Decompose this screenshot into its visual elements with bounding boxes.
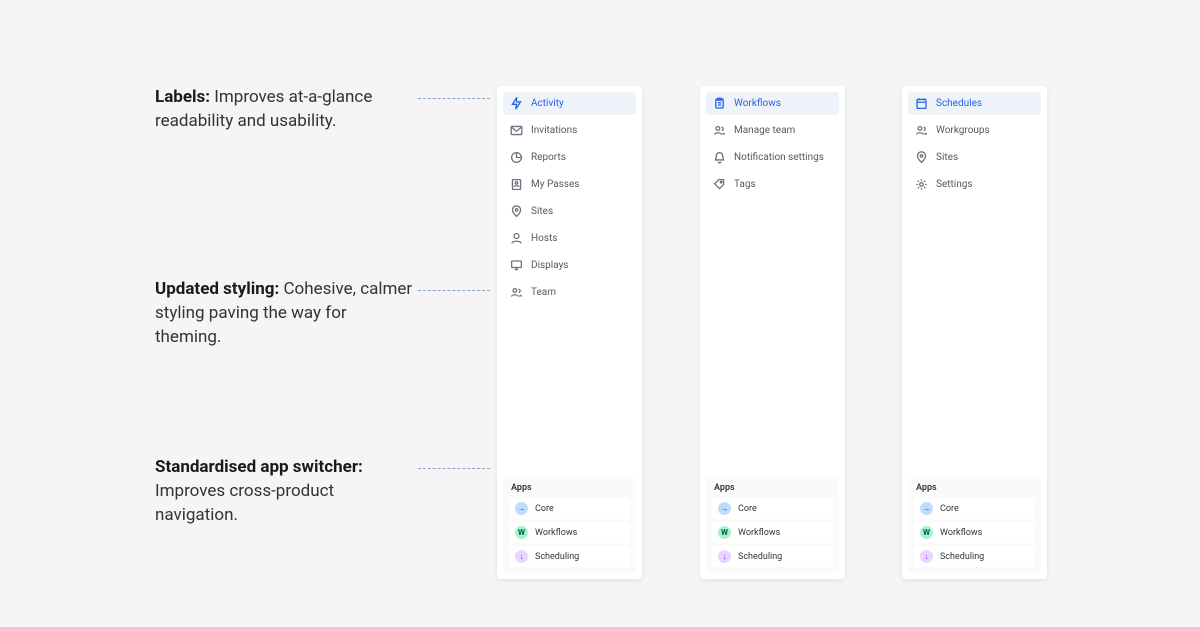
nav-item-label: Workflows — [734, 98, 781, 109]
apps-title: Apps — [509, 483, 630, 493]
sidebar-panel-2: Workflows Manage team Notification setting… — [700, 86, 845, 579]
app-item-label: Scheduling — [940, 552, 984, 562]
sidebar-panel-1: Activity Invitations Reports My Passes Sites… — [497, 86, 642, 579]
app-switcher: Apps → Core W Workflows ↓ Scheduling — [503, 477, 636, 573]
annotation-labels: Labels: Improves at-a-glance readability… — [155, 86, 415, 134]
scheduling-app-icon: ↓ — [920, 550, 933, 563]
clipboard-icon — [713, 97, 726, 110]
pie-icon — [510, 151, 523, 164]
nav-item-my-passes[interactable]: My Passes — [503, 173, 636, 196]
nav-item-label: Schedules — [936, 98, 982, 109]
nav-list: Workflows Manage team Notification setting… — [706, 92, 839, 477]
sidebar-panel-3: Schedules Workgroups Sites Settings Apps → Co… — [902, 86, 1047, 579]
core-app-icon: → — [920, 502, 933, 515]
nav-item-tags[interactable]: Tags — [706, 173, 839, 196]
calendar-icon — [915, 97, 928, 110]
nav-item-hosts[interactable]: Hosts — [503, 227, 636, 250]
core-app-icon: → — [718, 502, 731, 515]
mail-icon — [510, 124, 523, 137]
nav-item-sites[interactable]: Sites — [503, 200, 636, 223]
nav-item-label: Workgroups — [936, 125, 990, 136]
nav-item-label: Activity — [531, 98, 564, 109]
badge-icon — [510, 178, 523, 191]
pin-icon — [915, 151, 928, 164]
nav-item-workgroups[interactable]: Workgroups — [908, 119, 1041, 142]
app-item-label: Scheduling — [535, 552, 579, 562]
app-item-scheduling[interactable]: ↓ Scheduling — [509, 546, 630, 567]
annotation-switcher-rest: Improves cross-product navigation. — [155, 481, 334, 525]
nav-item-label: Displays — [531, 260, 568, 271]
app-item-scheduling[interactable]: ↓ Scheduling — [712, 546, 833, 567]
annotation-styling-strong: Updated styling: — [155, 279, 279, 299]
nav-list: Schedules Workgroups Sites Settings — [908, 92, 1041, 477]
nav-item-label: Invitations — [531, 125, 577, 136]
app-item-label: Workflows — [738, 528, 780, 538]
monitor-icon — [510, 259, 523, 272]
nav-item-label: Sites — [936, 152, 958, 163]
nav-item-label: Reports — [531, 152, 566, 163]
nav-item-sites[interactable]: Sites — [908, 146, 1041, 169]
nav-item-label: Notification settings — [734, 152, 824, 163]
nav-item-label: Settings — [936, 179, 973, 190]
scheduling-app-icon: ↓ — [515, 550, 528, 563]
arrow-line — [418, 98, 490, 99]
user-icon — [510, 232, 523, 245]
app-item-workflows[interactable]: W Workflows — [914, 522, 1035, 543]
nav-item-reports[interactable]: Reports — [503, 146, 636, 169]
app-item-label: Workflows — [535, 528, 577, 538]
nav-list: Activity Invitations Reports My Passes Sites… — [503, 92, 636, 477]
nav-item-manage-team[interactable]: Manage team — [706, 119, 839, 142]
workflows-app-icon: W — [718, 526, 731, 539]
annotation-switcher: Standardised app switcher: Improves cros… — [155, 456, 415, 527]
scheduling-app-icon: ↓ — [718, 550, 731, 563]
users-icon — [713, 124, 726, 137]
app-item-workflows[interactable]: W Workflows — [509, 522, 630, 543]
workflows-app-icon: W — [920, 526, 933, 539]
app-item-scheduling[interactable]: ↓ Scheduling — [914, 546, 1035, 567]
workflows-app-icon: W — [515, 526, 528, 539]
nav-item-workflows[interactable]: Workflows — [706, 92, 839, 115]
nav-item-label: Team — [531, 287, 556, 298]
tag-icon — [713, 178, 726, 191]
nav-item-displays[interactable]: Displays — [503, 254, 636, 277]
nav-item-invitations[interactable]: Invitations — [503, 119, 636, 142]
arrow-line — [418, 290, 490, 291]
app-item-core[interactable]: → Core — [509, 498, 630, 519]
apps-title: Apps — [914, 483, 1035, 493]
nav-item-label: Hosts — [531, 233, 557, 244]
core-app-icon: → — [515, 502, 528, 515]
app-item-core[interactable]: → Core — [914, 498, 1035, 519]
app-item-workflows[interactable]: W Workflows — [712, 522, 833, 543]
bell-icon — [713, 151, 726, 164]
users-icon — [510, 286, 523, 299]
annotation-styling: Updated styling: Cohesive, calmer stylin… — [155, 278, 415, 349]
apps-title: Apps — [712, 483, 833, 493]
app-switcher: Apps → Core W Workflows ↓ Scheduling — [908, 477, 1041, 573]
gear-icon — [915, 178, 928, 191]
nav-item-activity[interactable]: Activity — [503, 92, 636, 115]
app-switcher: Apps → Core W Workflows ↓ Scheduling — [706, 477, 839, 573]
app-item-label: Core — [738, 504, 757, 514]
zap-icon — [510, 97, 523, 110]
users-icon — [915, 124, 928, 137]
nav-item-label: Manage team — [734, 125, 795, 136]
app-item-label: Workflows — [940, 528, 982, 538]
nav-item-label: Sites — [531, 206, 553, 217]
annotation-switcher-strong: Standardised app switcher: — [155, 457, 363, 477]
app-item-label: Core — [940, 504, 959, 514]
nav-item-label: My Passes — [531, 179, 579, 190]
app-item-core[interactable]: → Core — [712, 498, 833, 519]
pin-icon — [510, 205, 523, 218]
app-item-label: Core — [535, 504, 554, 514]
nav-item-label: Tags — [734, 179, 756, 190]
nav-item-schedules[interactable]: Schedules — [908, 92, 1041, 115]
app-item-label: Scheduling — [738, 552, 782, 562]
arrow-line — [418, 468, 490, 469]
annotation-labels-strong: Labels: — [155, 87, 210, 107]
nav-item-notification-settings[interactable]: Notification settings — [706, 146, 839, 169]
nav-item-team[interactable]: Team — [503, 281, 636, 304]
nav-item-settings[interactable]: Settings — [908, 173, 1041, 196]
